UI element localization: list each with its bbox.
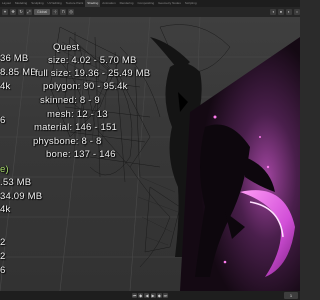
stat-fullsize2-left: 34.09 MB	[0, 191, 43, 202]
stat-size2-left: .53 MB	[0, 177, 32, 188]
quest-size: size: 4.02 - 5.70 MB	[48, 55, 137, 66]
transform-orientation-select[interactable]: Global	[34, 9, 51, 15]
shading-solid-icon[interactable]: ●	[278, 9, 284, 15]
viewport-header: ⌖ ✥ ↻ ⤢ Global ⊹ ⊓ ◎ ◑ ● ◐ ○	[0, 7, 300, 17]
quest-mesh: mesh: 12 - 13	[47, 109, 108, 120]
stat-bone2-left: 6	[0, 265, 6, 276]
stat-size-left: 36 MB	[0, 53, 29, 64]
quest-bone: bone: 137 - 146	[46, 149, 116, 160]
transform-icon[interactable]: ⊹	[52, 9, 59, 15]
tab-uv-editing[interactable]: UV Editing	[46, 0, 64, 7]
stat-fullsize-left: 8.85 MB	[0, 67, 37, 78]
tab-layout[interactable]: Layout	[0, 0, 13, 7]
stat-section-left: e)	[0, 164, 9, 175]
quest-full-size: full size: 19.36 - 25.49 MB	[35, 68, 151, 79]
tab-rendering[interactable]: Rendering	[118, 0, 136, 7]
cursor-icon[interactable]: ⌖	[2, 9, 8, 15]
tab-modeling[interactable]: Modeling	[13, 0, 29, 7]
glow-particle	[213, 115, 217, 119]
tab-sculpting[interactable]: Sculpting	[29, 0, 45, 7]
shading-rendered-icon[interactable]: ○	[294, 9, 300, 15]
current-frame-field[interactable]: 1	[284, 292, 298, 299]
quest-polygon: polygon: 90 - 95.4k	[43, 81, 128, 92]
snap-icon[interactable]: ⊓	[60, 9, 67, 15]
tab-texture-paint[interactable]: Texture Paint	[64, 0, 86, 7]
tab-compositing[interactable]: Compositing	[135, 0, 156, 7]
prev-key-icon[interactable]: ◆	[138, 293, 144, 298]
tab-geometry-nodes[interactable]: Geometry Nodes	[156, 0, 183, 7]
overlay-icon[interactable]: ◑	[270, 9, 276, 15]
stat-polygon2-left: 4k	[0, 204, 11, 215]
stat-polygon-left: 4k	[0, 81, 11, 92]
quest-title: Quest	[53, 42, 80, 53]
timeline-bar: ⏮ ◆ ◀ ▶ ◆ ⏭ 1	[0, 291, 300, 300]
quest-physbone: physbone: 8 - 8	[33, 136, 102, 147]
quest-material: material: 146 - 151	[34, 122, 118, 133]
glow-particle	[266, 165, 270, 169]
3d-viewport[interactable]: 36 MB 8.85 MB 4k 6 e) .53 MB 34.09 MB 4k…	[0, 17, 300, 291]
scale-icon[interactable]: ⤢	[26, 9, 32, 15]
tab-shading[interactable]: Shading	[85, 0, 101, 7]
viewport-scene	[0, 17, 300, 291]
play-icon[interactable]: ▶	[150, 293, 156, 298]
jump-end-icon[interactable]: ⏭	[162, 293, 168, 298]
tab-scripting[interactable]: Scripting	[183, 0, 199, 7]
workspace-tab-bar: Layout Modeling Sculpting UV Editing Tex…	[0, 0, 300, 7]
rotate-icon[interactable]: ↻	[18, 9, 24, 15]
stat-material-left: 6	[0, 115, 6, 126]
quest-skinned: skinned: 8 - 9	[40, 95, 100, 106]
glow-particle	[259, 136, 261, 138]
move-icon[interactable]: ✥	[10, 9, 16, 15]
stat-material2-left: 2	[0, 251, 6, 262]
next-key-icon[interactable]: ◆	[156, 293, 162, 298]
shading-material-icon[interactable]: ◐	[286, 9, 292, 15]
stat-mesh2-left: 2	[0, 237, 6, 248]
glow-particle	[223, 260, 227, 264]
tab-animation[interactable]: Animation	[100, 0, 117, 7]
proportional-icon[interactable]: ◎	[68, 9, 75, 15]
jump-start-icon[interactable]: ⏮	[132, 293, 138, 298]
play-reverse-icon[interactable]: ◀	[144, 293, 150, 298]
